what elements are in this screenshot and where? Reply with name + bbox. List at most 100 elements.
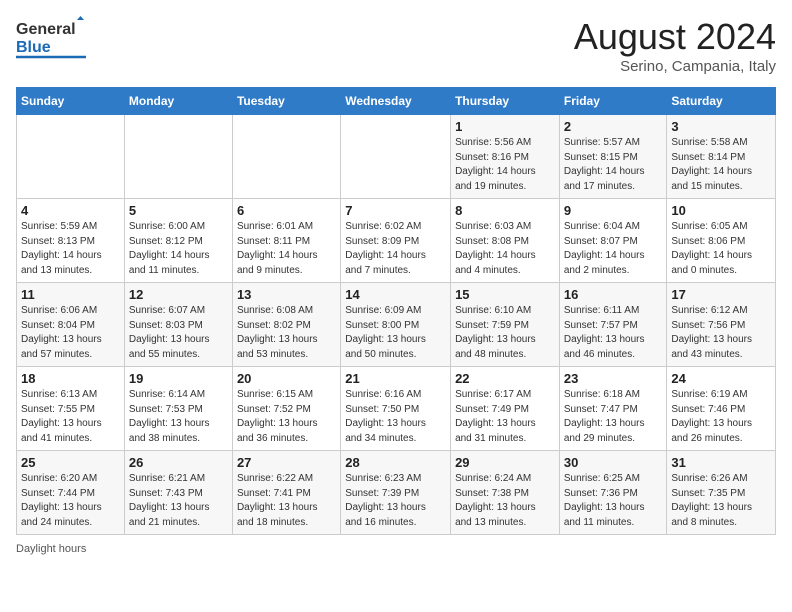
calendar-cell (232, 115, 340, 199)
calendar-week-row: 11 Sunrise: 6:06 AM Sunset: 8:04 PM Dayli… (17, 283, 776, 367)
day-number: 11 (21, 287, 120, 302)
day-info: Sunrise: 6:26 AM Sunset: 7:35 PM Dayligh… (671, 472, 771, 530)
day-info: Sunrise: 6:13 AM Sunset: 7:55 PM Dayligh… (21, 388, 120, 446)
column-header-monday: Monday (124, 88, 232, 115)
footer: Daylight hours (16, 543, 776, 555)
calendar-cell (17, 115, 125, 199)
day-number: 6 (237, 203, 336, 218)
month-year-title: August 2024 (574, 16, 776, 58)
calendar-cell: 14 Sunrise: 6:09 AM Sunset: 8:00 PM Dayli… (341, 283, 451, 367)
day-info: Sunrise: 6:09 AM Sunset: 8:00 PM Dayligh… (345, 304, 446, 362)
day-number: 16 (564, 287, 663, 302)
day-number: 5 (129, 203, 228, 218)
day-info: Sunrise: 6:20 AM Sunset: 7:44 PM Dayligh… (21, 472, 120, 530)
day-number: 4 (21, 203, 120, 218)
calendar-cell: 25 Sunrise: 6:20 AM Sunset: 7:44 PM Dayli… (17, 451, 125, 535)
svg-text:Blue: Blue (16, 39, 51, 56)
day-number: 30 (564, 455, 663, 470)
day-info: Sunrise: 5:57 AM Sunset: 8:15 PM Dayligh… (564, 136, 663, 194)
day-number: 14 (345, 287, 446, 302)
column-header-sunday: Sunday (17, 88, 125, 115)
calendar-cell: 8Sunrise: 6:03 AM Sunset: 8:08 PM Daylig… (451, 199, 560, 283)
day-number: 19 (129, 371, 228, 386)
calendar-cell: 3 Sunrise: 5:58 AM Sunset: 8:14 PM Daylig… (667, 115, 776, 199)
day-number: 24 (671, 371, 771, 386)
day-info: Sunrise: 6:22 AM Sunset: 7:41 PM Dayligh… (237, 472, 336, 530)
calendar-cell: 29Sunrise: 6:24 AM Sunset: 7:38 PM Dayli… (451, 451, 560, 535)
calendar-week-row: 4Sunrise: 5:59 AM Sunset: 8:13 PM Daylig… (17, 199, 776, 283)
day-info: Sunrise: 6:14 AM Sunset: 7:53 PM Dayligh… (129, 388, 228, 446)
day-number: 25 (21, 455, 120, 470)
day-info: Sunrise: 6:25 AM Sunset: 7:36 PM Dayligh… (564, 472, 663, 530)
day-info: Sunrise: 6:19 AM Sunset: 7:46 PM Dayligh… (671, 388, 771, 446)
day-number: 21 (345, 371, 446, 386)
calendar-cell: 2 Sunrise: 5:57 AM Sunset: 8:15 PM Daylig… (559, 115, 667, 199)
calendar-cell: 20 Sunrise: 6:15 AM Sunset: 7:52 PM Dayli… (232, 367, 340, 451)
day-info: Sunrise: 6:01 AM Sunset: 8:11 PM Dayligh… (237, 220, 336, 278)
day-number: 20 (237, 371, 336, 386)
day-info: Sunrise: 6:10 AM Sunset: 7:59 PM Dayligh… (455, 304, 555, 362)
calendar-cell: 21 Sunrise: 6:16 AM Sunset: 7:50 PM Dayli… (341, 367, 451, 451)
day-info: Sunrise: 6:03 AM Sunset: 8:08 PM Dayligh… (455, 220, 555, 278)
day-info: Sunrise: 6:17 AM Sunset: 7:49 PM Dayligh… (455, 388, 555, 446)
day-number: 18 (21, 371, 120, 386)
calendar-cell: 16 Sunrise: 6:11 AM Sunset: 7:57 PM Dayli… (559, 283, 667, 367)
day-number: 1 (455, 119, 555, 134)
logo-wrapper: General Blue (16, 16, 86, 60)
day-number: 7 (345, 203, 446, 218)
location-subtitle: Serino, Campania, Italy (574, 58, 776, 75)
day-info: Sunrise: 6:05 AM Sunset: 8:06 PM Dayligh… (671, 220, 771, 278)
calendar-body: 1Sunrise: 5:56 AM Sunset: 8:16 PM Daylig… (17, 115, 776, 535)
calendar-cell: 30 Sunrise: 6:25 AM Sunset: 7:36 PM Dayli… (559, 451, 667, 535)
column-header-tuesday: Tuesday (232, 88, 340, 115)
day-number: 17 (671, 287, 771, 302)
calendar-cell: 23Sunrise: 6:18 AM Sunset: 7:47 PM Dayli… (559, 367, 667, 451)
calendar-cell: 27Sunrise: 6:22 AM Sunset: 7:41 PM Dayli… (232, 451, 340, 535)
day-info: Sunrise: 6:11 AM Sunset: 7:57 PM Dayligh… (564, 304, 663, 362)
calendar-cell (341, 115, 451, 199)
calendar-cell: 15Sunrise: 6:10 AM Sunset: 7:59 PM Dayli… (451, 283, 560, 367)
calendar-cell: 18 Sunrise: 6:13 AM Sunset: 7:55 PM Dayli… (17, 367, 125, 451)
calendar-cell: 10 Sunrise: 6:05 AM Sunset: 8:06 PM Dayli… (667, 199, 776, 283)
column-header-thursday: Thursday (451, 88, 560, 115)
day-info: Sunrise: 6:00 AM Sunset: 8:12 PM Dayligh… (129, 220, 228, 278)
day-info: Sunrise: 6:16 AM Sunset: 7:50 PM Dayligh… (345, 388, 446, 446)
calendar-cell: 7Sunrise: 6:02 AM Sunset: 8:09 PM Daylig… (341, 199, 451, 283)
day-info: Sunrise: 5:58 AM Sunset: 8:14 PM Dayligh… (671, 136, 771, 194)
calendar-cell: 1Sunrise: 5:56 AM Sunset: 8:16 PM Daylig… (451, 115, 560, 199)
day-number: 26 (129, 455, 228, 470)
day-number: 10 (671, 203, 771, 218)
day-info: Sunrise: 6:04 AM Sunset: 8:07 PM Dayligh… (564, 220, 663, 278)
day-info: Sunrise: 6:06 AM Sunset: 8:04 PM Dayligh… (21, 304, 120, 362)
calendar-cell: 11 Sunrise: 6:06 AM Sunset: 8:04 PM Dayli… (17, 283, 125, 367)
day-number: 2 (564, 119, 663, 134)
calendar-week-row: 18 Sunrise: 6:13 AM Sunset: 7:55 PM Dayli… (17, 367, 776, 451)
day-number: 23 (564, 371, 663, 386)
day-info: Sunrise: 6:23 AM Sunset: 7:39 PM Dayligh… (345, 472, 446, 530)
calendar-week-row: 25 Sunrise: 6:20 AM Sunset: 7:44 PM Dayli… (17, 451, 776, 535)
day-info: Sunrise: 6:07 AM Sunset: 8:03 PM Dayligh… (129, 304, 228, 362)
calendar-cell (124, 115, 232, 199)
day-number: 12 (129, 287, 228, 302)
day-number: 3 (671, 119, 771, 134)
calendar-cell: 12 Sunrise: 6:07 AM Sunset: 8:03 PM Dayli… (124, 283, 232, 367)
day-info: Sunrise: 6:12 AM Sunset: 7:56 PM Dayligh… (671, 304, 771, 362)
calendar-cell: 28Sunrise: 6:23 AM Sunset: 7:39 PM Dayli… (341, 451, 451, 535)
calendar-cell: 4Sunrise: 5:59 AM Sunset: 8:13 PM Daylig… (17, 199, 125, 283)
calendar-cell: 24 Sunrise: 6:19 AM Sunset: 7:46 PM Dayli… (667, 367, 776, 451)
day-number: 31 (671, 455, 771, 470)
calendar-cell: 6 Sunrise: 6:01 AM Sunset: 8:11 PM Daylig… (232, 199, 340, 283)
day-number: 22 (455, 371, 555, 386)
day-number: 13 (237, 287, 336, 302)
calendar-cell: 9Sunrise: 6:04 AM Sunset: 8:07 PM Daylig… (559, 199, 667, 283)
page-header: General Blue August 2024 Serino, Campani… (16, 16, 776, 75)
svg-text:General: General (16, 21, 76, 38)
day-info: Sunrise: 6:15 AM Sunset: 7:52 PM Dayligh… (237, 388, 336, 446)
day-info: Sunrise: 6:24 AM Sunset: 7:38 PM Dayligh… (455, 472, 555, 530)
calendar-cell: 19 Sunrise: 6:14 AM Sunset: 7:53 PM Dayli… (124, 367, 232, 451)
calendar-cell: 22 Sunrise: 6:17 AM Sunset: 7:49 PM Dayli… (451, 367, 560, 451)
logo-svg: General Blue (16, 16, 86, 60)
calendar-header-row: SundayMondayTuesdayWednesdayThursdayFrid… (17, 88, 776, 115)
calendar-cell: 13 Sunrise: 6:08 AM Sunset: 8:02 PM Dayli… (232, 283, 340, 367)
day-info: Sunrise: 6:08 AM Sunset: 8:02 PM Dayligh… (237, 304, 336, 362)
